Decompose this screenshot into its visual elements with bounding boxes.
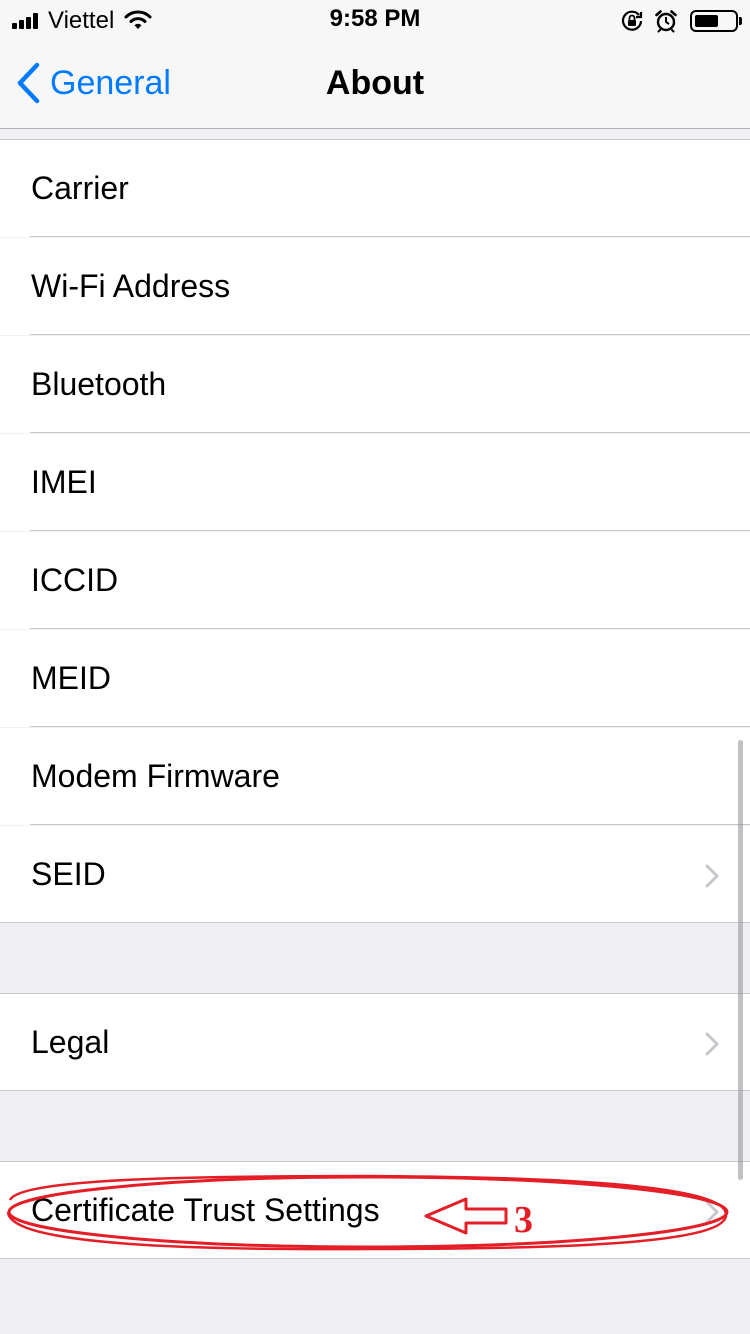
list-item-bluetooth: Bluetooth bbox=[0, 336, 750, 433]
row-separator bbox=[30, 236, 750, 237]
row-separator bbox=[30, 334, 750, 335]
list-item-label: Bluetooth bbox=[31, 366, 167, 402]
row-separator bbox=[30, 530, 750, 531]
group-bottom-border bbox=[0, 1090, 750, 1091]
list-item-label: Carrier bbox=[31, 170, 129, 206]
page-title: About bbox=[325, 64, 425, 102]
list-item-imei: IMEI bbox=[0, 434, 750, 531]
orientation-lock-icon bbox=[620, 9, 644, 33]
alarm-icon bbox=[654, 9, 678, 33]
status-right bbox=[610, 6, 742, 36]
list-item-label: ICCID bbox=[31, 562, 119, 598]
group-bottom-border bbox=[0, 922, 750, 923]
list-item-certificate-trust-settings[interactable]: Certificate Trust Settings bbox=[0, 1162, 750, 1259]
list-item-label: IMEI bbox=[31, 464, 97, 500]
row-separator bbox=[30, 824, 750, 825]
scroll-indicator bbox=[738, 740, 743, 1180]
list-item-label: MEID bbox=[31, 660, 111, 696]
list-item-label: Wi-Fi Address bbox=[31, 268, 231, 304]
navigation-bar: General About bbox=[0, 40, 750, 129]
chevron-right-icon bbox=[704, 1031, 720, 1057]
group-bottom-border bbox=[0, 1258, 750, 1259]
list-item-wifi-address: Wi-Fi Address bbox=[0, 238, 750, 335]
battery-icon bbox=[690, 10, 742, 32]
battery-tip bbox=[739, 17, 742, 25]
list-item-label: Modem Firmware bbox=[31, 758, 280, 794]
row-separator bbox=[30, 432, 750, 433]
row-separator bbox=[30, 628, 750, 629]
battery-fill bbox=[695, 15, 718, 27]
list-item-seid[interactable]: SEID bbox=[0, 826, 750, 923]
list-item-legal[interactable]: Legal bbox=[0, 994, 750, 1091]
chevron-right-icon bbox=[704, 863, 720, 889]
status-bar: Viettel 9:58 PM bbox=[0, 0, 750, 40]
group-top-border bbox=[0, 139, 750, 140]
row-separator bbox=[30, 726, 750, 727]
list-item-meid: MEID bbox=[0, 630, 750, 727]
list-item-modem-firmware: Modem Firmware bbox=[0, 728, 750, 825]
list-item-iccid: ICCID bbox=[0, 532, 750, 629]
chevron-right-icon bbox=[704, 1199, 720, 1225]
list-item-label: Certificate Trust Settings bbox=[31, 1192, 380, 1228]
list-item-label: Legal bbox=[31, 1024, 110, 1060]
list-item-label: SEID bbox=[31, 856, 106, 892]
list-item-carrier: Carrier bbox=[0, 140, 750, 237]
